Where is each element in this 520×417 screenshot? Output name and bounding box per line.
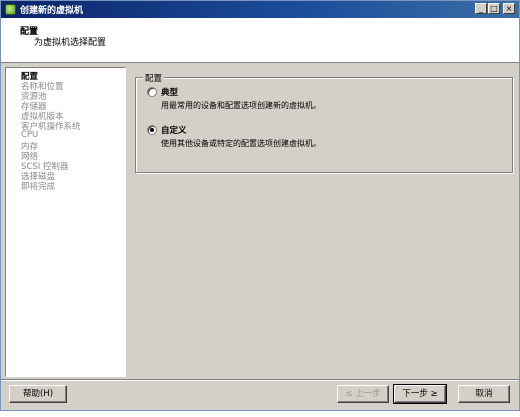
sidebar-item-cpu: CPU (21, 130, 39, 140)
footer-divider (1, 379, 519, 381)
window-title: 创建新的虚拟机 (20, 6, 84, 16)
title-bar[interactable]: 创建新的虚拟机 _ □ × (1, 1, 519, 18)
window-controls: _ □ × (475, 3, 515, 14)
page-subtitle: 为虚拟机选择配置 (34, 38, 107, 48)
wizard-steps-sidebar: 配置 名称和位置 资源池 存储器 虚拟机版本 客户机操作系统 CPU 内存 网络… (5, 67, 126, 377)
back-button[interactable]: ≤ 上一步 (337, 385, 389, 403)
typical-option-description: 用最常用的设备和配置选项创建新的虚拟机。 (161, 101, 321, 110)
groupbox-label: 配置 (143, 72, 165, 84)
wizard-header: 配置 为虚拟机选择配置 (1, 18, 519, 63)
vm-app-icon (5, 4, 16, 15)
config-groupbox: 配置 典型 用最常用的设备和配置选项创建新的虚拟机。 自定义 使用其他设备或特定… (135, 72, 513, 173)
custom-radio[interactable] (147, 125, 157, 135)
minimize-button[interactable]: _ (475, 3, 487, 14)
help-button[interactable]: 帮助(H) (9, 385, 67, 403)
wizard-content: 配置 典型 用最常用的设备和配置选项创建新的虚拟机。 自定义 使用其他设备或特定… (128, 67, 517, 377)
sidebar-item-ready: 即将完成 (21, 182, 56, 192)
maximize-button[interactable]: □ (488, 3, 500, 14)
cancel-button[interactable]: 取消 (458, 385, 510, 403)
next-button[interactable]: 下一步 ≥ (393, 384, 447, 404)
custom-option-label[interactable]: 自定义 (161, 124, 187, 136)
close-button[interactable]: × (503, 3, 515, 14)
typical-radio[interactable] (147, 87, 157, 97)
custom-option-description: 使用其他设备或特定的配置选项创建虚拟机。 (161, 139, 321, 148)
typical-option-label[interactable]: 典型 (161, 86, 178, 98)
wizard-window: 创建新的虚拟机 _ □ × 配置 为虚拟机选择配置 配置 名称和位置 资源池 存… (0, 0, 520, 411)
bottom-strip (0, 411, 520, 417)
